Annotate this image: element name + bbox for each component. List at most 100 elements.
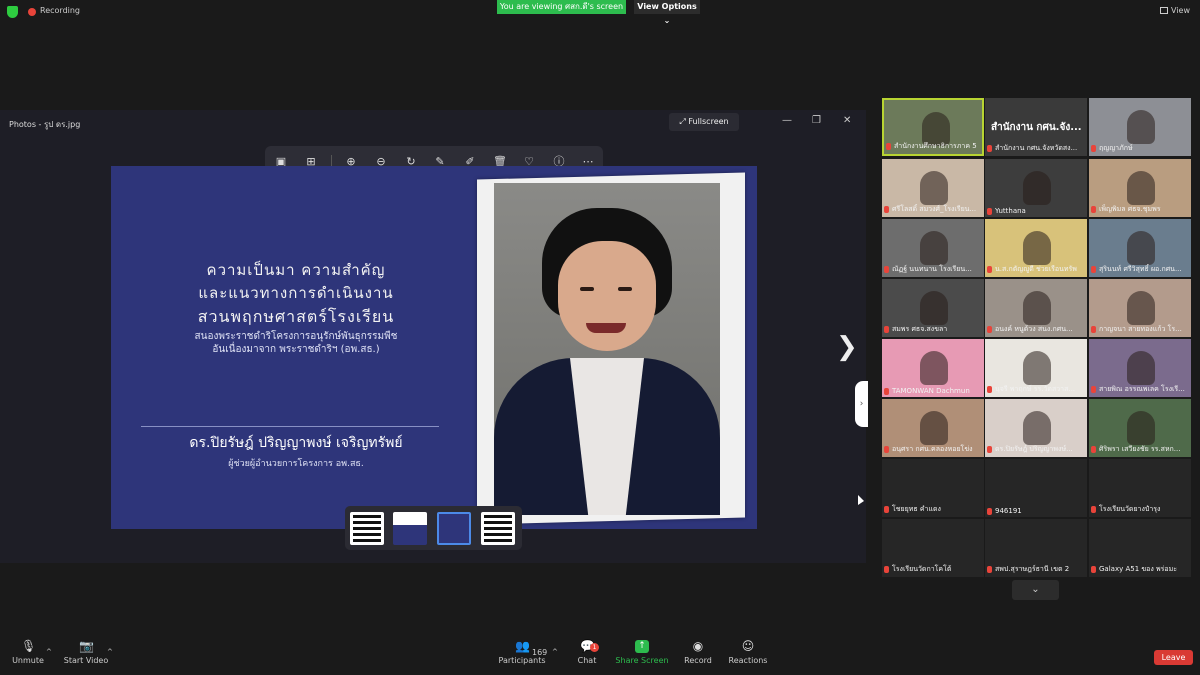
photo-filmstrip <box>345 506 522 550</box>
participant-video-silhouette <box>1023 171 1051 205</box>
muted-mic-icon <box>884 265 889 273</box>
restore-icon[interactable]: ❐ <box>812 115 821 126</box>
portrait-eye-left <box>580 287 594 291</box>
minimize-icon[interactable]: — <box>782 115 792 126</box>
filmstrip-thumb-portrait-selected[interactable] <box>437 512 471 545</box>
participant-tile[interactable]: สำนักงานศึกษาธิการภาค 5 <box>882 98 984 156</box>
participant-name-caption: เพ็ญพิมล ศธจ.ชุมพร <box>1091 204 1189 215</box>
participant-name-caption: สำนักงาน กศน.จังหวัดสง... <box>987 143 1085 154</box>
gallery-next-page-chevron-icon[interactable]: ⌄ <box>1012 580 1059 600</box>
participant-name: สมพร ศธจ.สงขลา <box>892 325 948 333</box>
participant-tile[interactable]: ศรีโลสดิ์ สมวงศ์_โรงเรียน... <box>882 159 984 217</box>
muted-mic-icon <box>987 507 992 515</box>
participant-name-caption: สายพิณ อรรณพเลค โรงเรี... <box>1091 384 1189 395</box>
participant-name: Yutthana <box>995 207 1026 215</box>
slide-divider <box>141 426 439 427</box>
record-label: Record <box>684 656 712 665</box>
participant-name: ศรีโลสดิ์ สมวงศ์_โรงเรียน... <box>892 205 977 213</box>
filmstrip-thumb-qr-2[interactable] <box>481 512 515 545</box>
participant-tile[interactable]: สพป.สุราษฎร์ธานี เขต 2 <box>985 519 1087 577</box>
participant-tile[interactable]: สายพิณ อรรณพเลค โรงเรี... <box>1089 339 1191 397</box>
fullscreen-button[interactable]: ⤢ Fullscreen <box>669 113 739 131</box>
participant-tile[interactable]: ฤญญาภักษ์ <box>1089 98 1191 156</box>
participant-video-silhouette <box>920 411 948 445</box>
participant-tile[interactable]: อนุศรา กศน.คลองหอยโข่ง <box>882 399 984 457</box>
slide-subtitle-line-2: อันเนื่องมาจาก พระราชดำริฯ (อพ.สธ.) <box>212 344 380 355</box>
portrait-eye-right <box>618 287 632 291</box>
participant-tile[interactable]: อนงค์ หนูด้วง สนง.กศน... <box>985 279 1087 337</box>
participant-tile[interactable]: น.ส.กตัญญูดี ช่วยเรือนทรัพ <box>985 219 1087 277</box>
share-screen-icon: ↑ <box>635 640 649 653</box>
participant-tile[interactable]: ณัฏฐ์ นนทนาน โรงเรียน... <box>882 219 984 277</box>
participant-name: กาญจนา สายทองแก้ว โร... <box>1099 325 1182 333</box>
muted-mic-icon <box>1091 385 1096 393</box>
participant-video-silhouette <box>920 351 948 385</box>
participant-tile[interactable]: TAMONWAN Dachmun <box>882 339 984 397</box>
participant-video-silhouette <box>920 171 948 205</box>
participant-name: สายพิณ อรรณพเลค โรงเรี... <box>1099 385 1185 393</box>
participant-name: สำนักงาน กศน.จังหวัดสง... <box>995 144 1078 152</box>
participant-name-caption: สพป.สุราษฎร์ธานี เขต 2 <box>987 564 1085 575</box>
start-video-label: Start Video <box>63 656 109 665</box>
filmstrip-thumb-qr-1[interactable] <box>350 512 384 545</box>
participant-tile[interactable]: โรงเรียนวัดกาโคโต้ <box>882 519 984 577</box>
muted-mic-icon <box>1091 205 1096 213</box>
participant-name-caption: สมพร ศธจ.สงขลา <box>884 324 982 335</box>
portrait-mouth <box>586 323 626 333</box>
record-icon: ◉ <box>692 639 704 653</box>
muted-mic-icon <box>987 385 992 393</box>
view-options-button[interactable]: View Options ⌄ <box>634 0 700 25</box>
participant-tile[interactable]: Galaxy A51 ของ พร่อมะ <box>1089 519 1191 577</box>
participant-tile[interactable]: ดร.ปิยรัษฎ์ ปริญญาพงษ์... <box>985 399 1087 457</box>
participant-tile[interactable]: ศิริพรา เสวียงชัย รร.สหก... <box>1089 399 1191 457</box>
muted-microphone-icon: 🎙 <box>21 639 37 653</box>
participant-name-caption: นุจรี พาฤกษ์ รร.วัดสวาส... <box>987 384 1085 395</box>
meeting-top-bar: Recording You are viewing ศสก.ดี's scree… <box>0 0 1200 25</box>
filmstrip-thumb-slide[interactable] <box>393 512 427 545</box>
participant-video-silhouette <box>920 231 948 265</box>
participant-tile[interactable]: สมพร ศธจ.สงขลา <box>882 279 984 337</box>
participants-label: Participants <box>498 656 546 665</box>
reactions-button[interactable]: ☺ Reactions <box>713 640 783 666</box>
participant-name: เพ็ญพิมล ศธจ.ชุมพร <box>1099 205 1161 213</box>
participant-name-caption: ศรีโลสดิ์ สมวงศ์_โรงเรียน... <box>884 204 982 215</box>
participant-name-caption: ฤญญาภักษ์ <box>1091 143 1189 154</box>
participant-tile[interactable]: กาญจนา สายทองแก้ว โร... <box>1089 279 1191 337</box>
unmute-label: Unmute <box>12 656 44 665</box>
participant-name-caption: ดร.ปิยรัษฎ์ ปริญญาพงษ์... <box>987 444 1085 455</box>
participant-tile[interactable]: Yutthana <box>985 159 1087 217</box>
muted-mic-icon <box>884 325 889 333</box>
participant-name: น.ส.กตัญญูดี ช่วยเรือนทรัพ <box>995 265 1077 273</box>
participants-count: 169 <box>532 648 548 657</box>
meeting-controls-bar: 🎙 Unmute ^ 📷 Start Video ^ 👥 Participants 1… <box>0 638 1200 675</box>
security-shield-icon[interactable] <box>7 6 18 18</box>
participant-name-caption: 946191 <box>987 507 1085 515</box>
participant-name-caption: อนุศรา กศน.คลองหอยโข่ง <box>884 444 982 455</box>
view-button[interactable]: View <box>1160 6 1190 15</box>
next-photo-chevron-icon[interactable]: ❯ <box>836 332 858 362</box>
portrait-face <box>558 241 656 351</box>
participant-name: ดร.ปิยรัษฎ์ ปริญญาพงษ์... <box>995 445 1073 453</box>
leave-button[interactable]: Leave <box>1154 650 1193 665</box>
slide-title-line-3: สวนพฤกษศาสตร์โรงเรียน <box>197 307 395 326</box>
participant-tile[interactable]: 946191 <box>985 459 1087 517</box>
participant-name-caption: ณัฏฐ์ นนทนาน โรงเรียน... <box>884 264 982 275</box>
participant-tile[interactable]: สำนักงาน กศน.จัง... สำนักงาน กศน.จังหวัดส… <box>985 98 1087 156</box>
grid-icon <box>1160 7 1168 14</box>
participant-name-caption: Galaxy A51 ของ พร่อมะ <box>1091 564 1189 575</box>
participant-gallery: สำนักงานศึกษาธิการภาค 5 สำนักงาน กศน.จัง.… <box>880 97 1192 577</box>
participant-name: โรงเรียนวัดกาโคโต้ <box>892 565 952 573</box>
participant-name: TAMONWAN Dachmun <box>892 387 970 395</box>
participant-tile[interactable]: โชยยุทธ คำแดง <box>882 459 984 517</box>
participant-name: อนุศรา กศน.คลองหอยโข่ง <box>892 445 973 453</box>
participant-video-silhouette <box>1127 291 1155 325</box>
participant-tile[interactable]: นุจรี พาฤกษ์ รร.วัดสวาส... <box>985 339 1087 397</box>
fullscreen-label: Fullscreen <box>688 117 729 126</box>
close-icon[interactable]: ✕ <box>843 115 851 126</box>
muted-mic-icon <box>884 205 889 213</box>
participant-tile[interactable]: เพ็ญพิมล ศธจ.ชุมพร <box>1089 159 1191 217</box>
participant-tile[interactable]: โรงเรียนวัดยางปำรุง <box>1089 459 1191 517</box>
video-options-caret-icon[interactable]: ^ <box>107 648 113 656</box>
slide-side-chevron-icon: › <box>855 381 868 427</box>
participant-tile[interactable]: สุรินนท์ ศรีวิสุทธิ์ ผอ.กศน... <box>1089 219 1191 277</box>
